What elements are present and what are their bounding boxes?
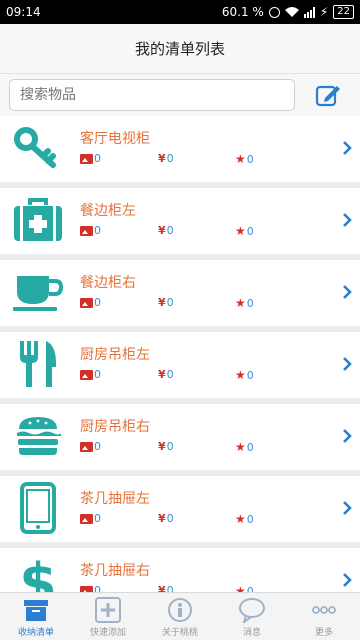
list-item[interactable]: 茶几抽屉左 0 ¥0 ★ 0 <box>0 476 360 542</box>
svg-text:$: $ <box>19 552 57 592</box>
yen-icon: ¥ <box>158 584 166 592</box>
yen-icon: ¥ <box>158 512 166 525</box>
photo-count: 0 <box>80 152 101 165</box>
wifi-icon <box>284 7 299 17</box>
search-input[interactable] <box>9 79 295 111</box>
star-count: ★ 0 <box>235 440 254 454</box>
first-aid-kit-icon <box>10 192 66 248</box>
list-item[interactable]: 厨房吊柜右 0 ¥0 ★ 0 <box>0 404 360 470</box>
chevron-right-icon[interactable] <box>342 356 352 372</box>
tab-messages[interactable]: 消息 <box>216 593 288 640</box>
item-name: 茶几抽屉左 <box>80 491 150 507</box>
star-icon: ★ <box>235 440 246 454</box>
battery-icon: 22 <box>333 5 354 19</box>
list-item[interactable]: 餐边柜左 0 ¥0 ★ 0 <box>0 188 360 254</box>
more-icon <box>312 606 336 614</box>
search-row <box>0 74 360 116</box>
clock: 09:14 <box>6 5 41 19</box>
coffee-cup-icon <box>10 264 66 320</box>
bottom-tab-bar: 收纳清单 快速添加 关于桃桃 消息 更多 <box>0 592 360 640</box>
star-icon: ★ <box>235 224 246 238</box>
edit-icon[interactable] <box>315 82 341 108</box>
star-count: ★ 0 <box>235 152 254 166</box>
yen-icon: ¥ <box>158 224 166 237</box>
dollar-icon: $ <box>10 552 66 592</box>
photo-count: 0 <box>80 584 101 592</box>
star-icon: ★ <box>235 152 246 166</box>
star-count: ★ 0 <box>235 584 254 592</box>
item-name: 厨房吊柜左 <box>80 347 150 363</box>
item-name: 茶几抽屉右 <box>80 563 150 579</box>
star-count: ★ 0 <box>235 296 254 310</box>
item-name: 餐边柜左 <box>80 203 136 219</box>
photo-count: 0 <box>80 368 101 381</box>
price: ¥0 <box>158 224 174 237</box>
item-name: 厨房吊柜右 <box>80 419 150 435</box>
fork-knife-icon <box>10 336 66 392</box>
battery-percent: 60.1 % <box>221 5 264 19</box>
box-icon <box>24 600 48 621</box>
star-icon: ★ <box>235 584 246 592</box>
star-count: ★ 0 <box>235 368 254 382</box>
photo-count: 0 <box>80 224 101 237</box>
price: ¥0 <box>158 296 174 309</box>
info-icon <box>168 598 192 622</box>
charging-icon: ⚡ <box>319 5 329 19</box>
tablet-icon <box>10 480 66 536</box>
burger-icon <box>10 408 66 464</box>
price: ¥0 <box>158 584 174 592</box>
chevron-right-icon[interactable] <box>342 140 352 156</box>
list-item[interactable]: 厨房吊柜左 0 ¥0 ★ 0 <box>0 332 360 398</box>
list-item[interactable]: 餐边柜右 0 ¥0 ★ 0 <box>0 260 360 326</box>
photo-count: 0 <box>80 512 101 525</box>
chevron-right-icon[interactable] <box>342 572 352 588</box>
item-name: 客厅电视柜 <box>80 131 150 147</box>
item-name: 餐边柜右 <box>80 275 136 291</box>
star-count: ★ 0 <box>235 224 254 238</box>
photo-icon <box>80 369 93 380</box>
star-icon: ★ <box>235 512 246 526</box>
price: ¥0 <box>158 440 174 453</box>
chevron-right-icon[interactable] <box>342 212 352 228</box>
plus-icon <box>95 597 121 623</box>
photo-count: 0 <box>80 296 101 309</box>
tab-inventory[interactable]: 收纳清单 <box>0 593 72 640</box>
price: ¥0 <box>158 512 174 525</box>
signal-icon <box>303 6 315 18</box>
star-count: ★ 0 <box>235 512 254 526</box>
tab-about[interactable]: 关于桃桃 <box>144 593 216 640</box>
star-icon: ★ <box>235 368 246 382</box>
list-item[interactable]: $ 茶几抽屉右 0 ¥0 ★ 0 <box>0 548 360 592</box>
key-icon <box>10 120 66 176</box>
price: ¥0 <box>158 368 174 381</box>
item-list: 客厅电视柜 0 ¥0 ★ 0 餐边柜左 0 ¥0 ★ 0 餐边柜右 0 ¥0 ★ 0 <box>0 116 360 592</box>
list-item[interactable]: 客厅电视柜 0 ¥0 ★ 0 <box>0 116 360 182</box>
chevron-right-icon[interactable] <box>342 284 352 300</box>
photo-icon <box>80 297 93 308</box>
chevron-right-icon[interactable] <box>342 428 352 444</box>
photo-count: 0 <box>80 440 101 453</box>
star-icon: ★ <box>235 296 246 310</box>
yen-icon: ¥ <box>158 152 166 165</box>
photo-icon <box>80 153 93 164</box>
tab-more[interactable]: 更多 <box>288 593 360 640</box>
yen-icon: ¥ <box>158 368 166 381</box>
price: ¥0 <box>158 152 174 165</box>
photo-icon <box>80 513 93 524</box>
alarm-icon <box>268 6 280 18</box>
page-title: 我的清单列表 <box>134 40 225 58</box>
yen-icon: ¥ <box>158 440 166 453</box>
chevron-right-icon[interactable] <box>342 500 352 516</box>
tab-quick-add[interactable]: 快速添加 <box>72 593 144 640</box>
photo-icon <box>80 441 93 452</box>
status-bar: 09:14 60.1 % ⚡ 22 <box>0 0 360 24</box>
photo-icon <box>80 225 93 236</box>
app-header: 我的清单列表 <box>0 24 360 74</box>
chat-icon <box>239 598 265 623</box>
yen-icon: ¥ <box>158 296 166 309</box>
